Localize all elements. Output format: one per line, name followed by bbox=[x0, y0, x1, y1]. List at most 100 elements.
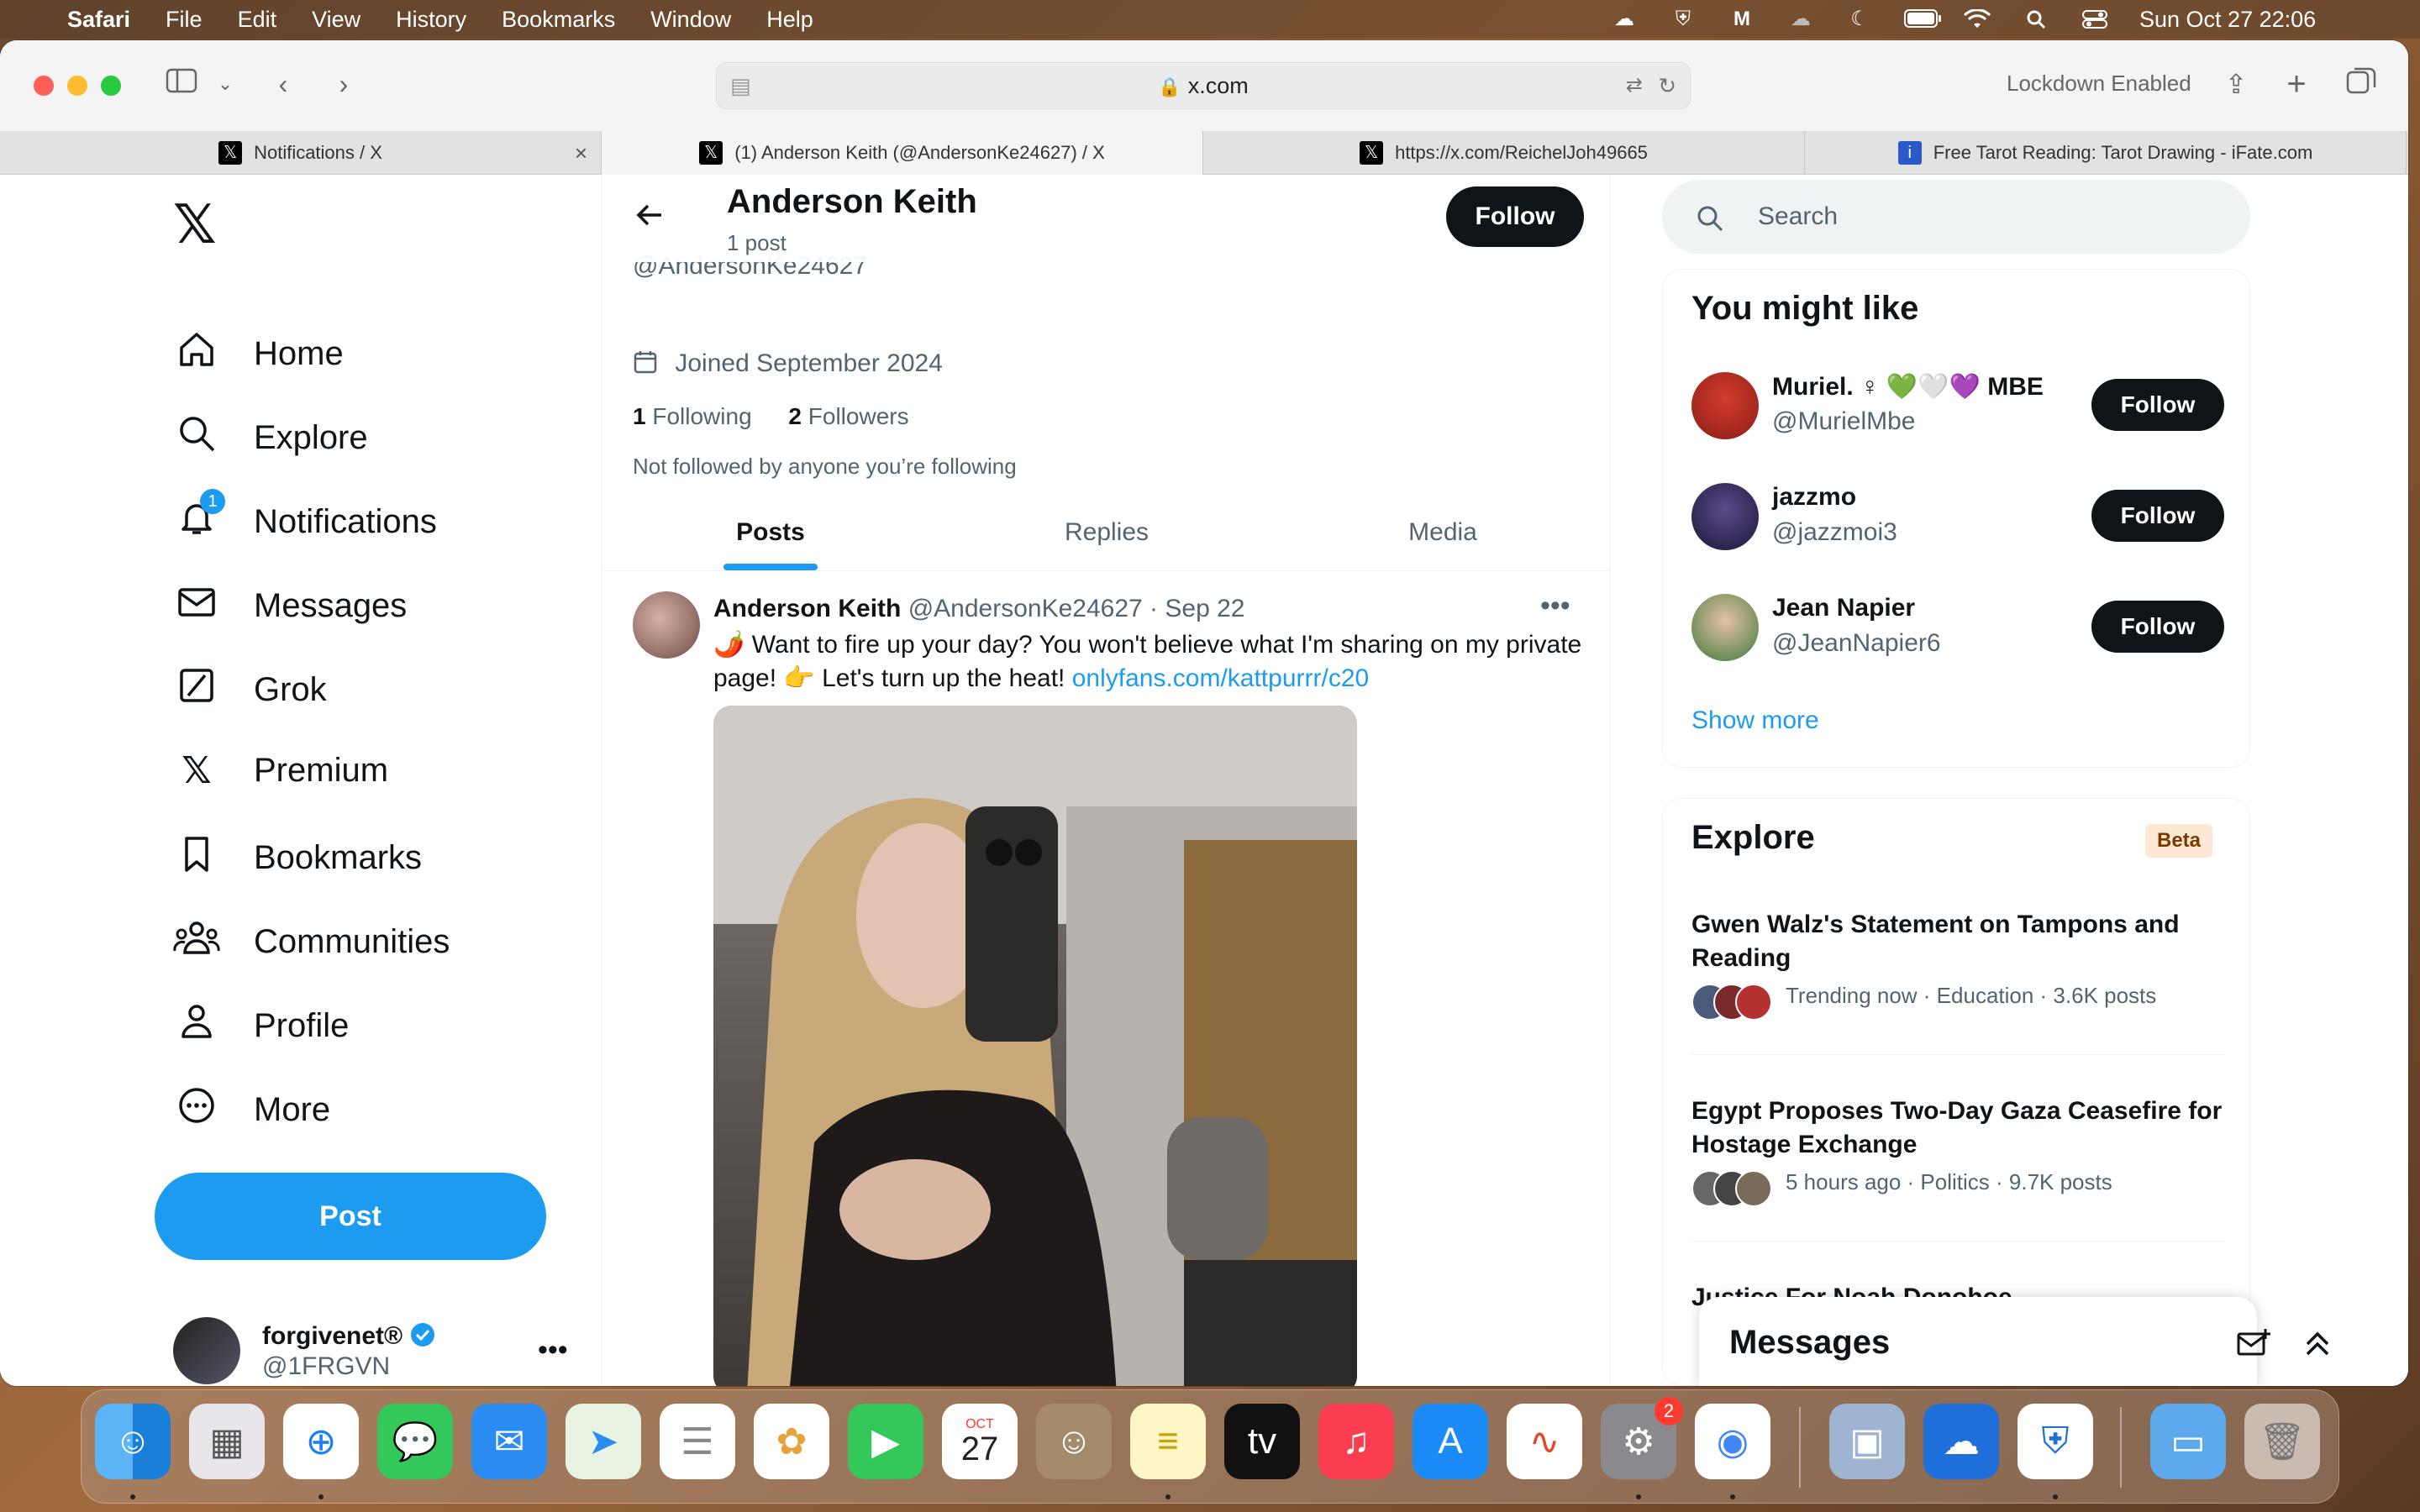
account-switcher[interactable]: forgivenet® @1FRGVN bbox=[173, 1317, 436, 1384]
collapse-chevron-icon[interactable] bbox=[2302, 1327, 2333, 1362]
finder-icon[interactable]: ☺ bbox=[95, 1404, 171, 1479]
suggestion-item[interactable]: Jean Napier @JeanNapier6 Follow bbox=[1691, 591, 2229, 675]
search-input[interactable]: Search bbox=[1662, 180, 2250, 254]
menu-help[interactable]: Help bbox=[766, 7, 813, 33]
tab-media[interactable]: Media bbox=[1275, 497, 1609, 570]
nav-profile[interactable]: Profile bbox=[173, 1001, 349, 1051]
tweet-handle[interactable]: @AndersonKe24627 bbox=[908, 595, 1143, 622]
maps-icon[interactable]: ➤ bbox=[566, 1404, 641, 1479]
translate-icon[interactable]: ⇄ bbox=[1626, 63, 1643, 108]
close-window-button[interactable] bbox=[34, 76, 54, 96]
nav-notifications[interactable]: 1 Notifications bbox=[173, 489, 437, 547]
suggestion-item[interactable]: Muriel. ♀ 💚🤍💜 MBE @MurielMbe Follow bbox=[1691, 369, 2229, 453]
defender-shield-icon[interactable]: ⛨ bbox=[2018, 1404, 2093, 1479]
share-icon[interactable]: ⇪ bbox=[2222, 66, 2250, 102]
reload-icon[interactable]: ↻ bbox=[1658, 63, 1676, 108]
safari-icon[interactable]: ⊕ bbox=[283, 1404, 359, 1479]
minimize-window-button[interactable] bbox=[67, 76, 87, 96]
launchpad-icon[interactable]: ▦ bbox=[189, 1404, 265, 1479]
zoom-window-button[interactable] bbox=[101, 76, 121, 96]
menu-view[interactable]: View bbox=[312, 7, 360, 33]
notes-icon[interactable]: ≡ bbox=[1130, 1404, 1206, 1479]
back-arrow-icon[interactable]: ‹ bbox=[271, 66, 296, 102]
music-icon[interactable]: ♫ bbox=[1318, 1404, 1394, 1479]
nav-bookmarks[interactable]: Bookmarks bbox=[173, 833, 422, 883]
calendar-icon[interactable]: OCT 27 bbox=[942, 1404, 1018, 1479]
battery-icon[interactable] bbox=[1904, 9, 1941, 29]
address-bar[interactable]: ▤ 🔒 x.com ⇄ ↻ bbox=[716, 62, 1691, 109]
system-settings-icon[interactable]: ⚙ 2 bbox=[1601, 1397, 1683, 1479]
messages-app-icon[interactable]: 💬 bbox=[377, 1404, 453, 1479]
forward-arrow-icon[interactable]: › bbox=[331, 66, 356, 102]
downloads-folder-icon[interactable]: ▭ bbox=[2150, 1404, 2226, 1479]
wifi-icon[interactable] bbox=[1963, 8, 1991, 29]
tab-anderson-keith[interactable]: 𝕏 (1) Anderson Keith (@AndersonKe24627) … bbox=[602, 131, 1203, 175]
tab-notifications[interactable]: 𝕏 Notifications / X × bbox=[0, 131, 602, 175]
facetime-icon[interactable]: ▶ bbox=[848, 1404, 923, 1479]
follow-button[interactable]: Follow bbox=[1446, 186, 1584, 247]
post-button[interactable]: Post bbox=[155, 1173, 546, 1260]
onedrive-icon[interactable]: ☁ bbox=[1923, 1404, 1999, 1479]
apple-tv-icon[interactable]: tv bbox=[1224, 1404, 1300, 1479]
mail-icon[interactable]: ✉ bbox=[471, 1404, 547, 1479]
nav-premium[interactable]: 𝕏 Premium bbox=[173, 749, 388, 792]
trend-item[interactable]: Egypt Proposes Two-Day Gaza Ceasefire fo… bbox=[1691, 1095, 2224, 1207]
account-more-icon[interactable]: ••• bbox=[538, 1334, 568, 1367]
follow-button[interactable]: Follow bbox=[2091, 601, 2224, 653]
nav-communities[interactable]: Communities bbox=[173, 917, 450, 967]
clock[interactable]: Sun Oct 27 22:06 bbox=[2139, 7, 2316, 33]
nav-more[interactable]: More bbox=[173, 1085, 330, 1135]
tab-replies[interactable]: Replies bbox=[939, 497, 1275, 570]
back-arrow-icon[interactable] bbox=[633, 198, 666, 240]
menu-window[interactable]: Window bbox=[650, 7, 731, 33]
sidebar-toggle-icon[interactable] bbox=[163, 66, 200, 102]
moon-icon[interactable]: ☾ bbox=[1845, 9, 1874, 29]
new-message-icon[interactable] bbox=[2237, 1329, 2270, 1362]
reminders-icon[interactable]: ☰ bbox=[660, 1404, 735, 1479]
messages-drawer[interactable]: Messages bbox=[1699, 1297, 2270, 1386]
spotlight-search-icon[interactable] bbox=[2022, 9, 2050, 29]
menu-file[interactable]: File bbox=[166, 7, 203, 33]
freeform-icon[interactable]: ∿ bbox=[1507, 1404, 1582, 1479]
follow-button[interactable]: Follow bbox=[2091, 379, 2224, 431]
tweet-author[interactable]: Anderson Keith bbox=[713, 595, 901, 622]
new-tab-icon[interactable]: + bbox=[2282, 66, 2311, 102]
page-menu-icon[interactable]: ▤ bbox=[730, 63, 751, 108]
x-logo-icon[interactable]: 𝕏 bbox=[173, 193, 217, 256]
malwarebytes-icon[interactable]: M bbox=[1728, 9, 1756, 29]
nav-home[interactable]: Home bbox=[173, 329, 344, 379]
tab-posts[interactable]: Posts bbox=[602, 497, 939, 570]
preview-icon[interactable]: ▣ bbox=[1829, 1404, 1905, 1479]
tab-overview-icon[interactable] bbox=[2344, 66, 2378, 102]
tab-tarot[interactable]: i Free Tarot Reading: Tarot Drawing - iF… bbox=[1805, 131, 2407, 175]
tweet-more-icon[interactable]: ••• bbox=[1540, 590, 1570, 622]
menu-app-safari[interactable]: Safari bbox=[67, 7, 130, 33]
tweet-link[interactable]: onlyfans.com/kattpurrr/c20 bbox=[1072, 664, 1369, 692]
shield-status-icon[interactable]: ⛨ bbox=[1669, 9, 1697, 29]
tweet-image[interactable] bbox=[713, 706, 1357, 1386]
suggestion-item[interactable]: jazzmo @jazzmoi3 Follow bbox=[1691, 480, 2229, 564]
photos-icon[interactable]: ✿ bbox=[754, 1404, 829, 1479]
trash-icon[interactable]: 🗑 bbox=[2244, 1404, 2320, 1479]
chevron-down-icon[interactable]: ⌄ bbox=[215, 66, 235, 102]
tweet-date[interactable]: · Sep 22 bbox=[1150, 595, 1244, 622]
tab-reichel[interactable]: 𝕏 https://x.com/ReichelJoh49665 bbox=[1203, 131, 1805, 175]
cloud-status-icon[interactable]: ☁ bbox=[1610, 9, 1639, 29]
menu-history[interactable]: History bbox=[396, 7, 466, 33]
follow-button[interactable]: Follow bbox=[2091, 490, 2224, 542]
control-center-icon[interactable] bbox=[2081, 9, 2109, 29]
weather-cloud-icon[interactable]: ☁ bbox=[1786, 9, 1815, 29]
close-tab-icon[interactable]: × bbox=[575, 140, 587, 166]
tweet-avatar[interactable] bbox=[633, 591, 700, 659]
following-link[interactable]: 1 Following bbox=[633, 403, 752, 429]
menu-edit[interactable]: Edit bbox=[238, 7, 277, 33]
app-store-icon[interactable]: A bbox=[1413, 1404, 1488, 1479]
menu-bookmarks[interactable]: Bookmarks bbox=[502, 7, 615, 33]
chrome-icon[interactable]: ◉ bbox=[1695, 1404, 1770, 1479]
show-more-link[interactable]: Show more bbox=[1691, 706, 1819, 735]
nav-messages[interactable]: Messages bbox=[173, 581, 407, 631]
nav-grok[interactable]: Grok bbox=[173, 665, 327, 715]
nav-explore[interactable]: Explore bbox=[173, 413, 368, 463]
contacts-icon[interactable]: ☺ bbox=[1036, 1404, 1112, 1479]
trend-item[interactable]: Gwen Walz's Statement on Tampons and Rea… bbox=[1691, 908, 2224, 1021]
